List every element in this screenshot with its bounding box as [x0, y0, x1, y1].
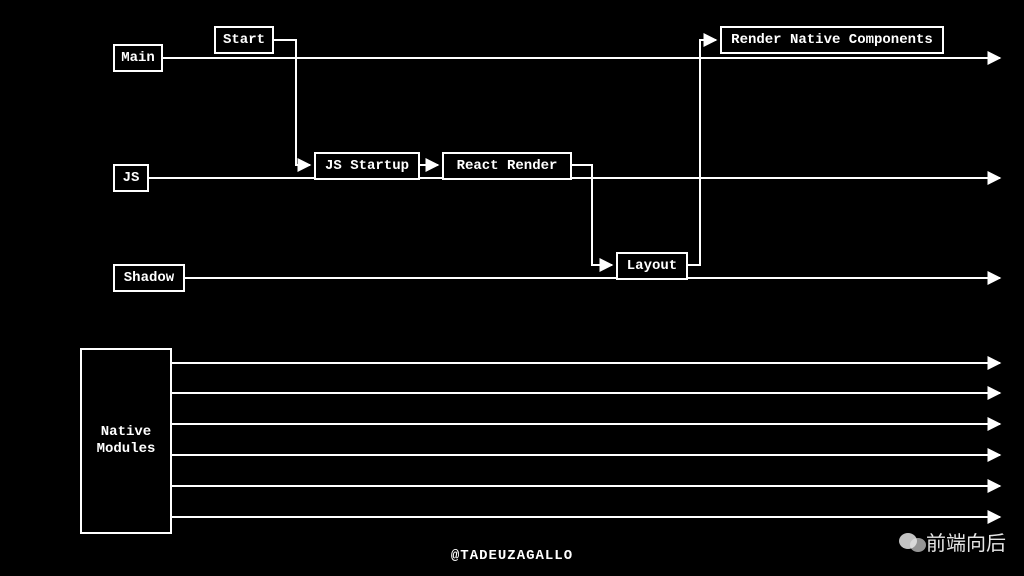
watermark-text: 前端向后	[926, 527, 1006, 556]
text: Render Native Components	[731, 32, 933, 49]
step-render-native-components: Render Native Components	[720, 26, 944, 54]
step-start: Start	[214, 26, 274, 54]
thread-label-native-modules: Native Modules	[80, 348, 172, 534]
thread-label-shadow: Shadow	[113, 264, 185, 292]
wechat-icon	[898, 531, 920, 553]
text: Layout	[627, 258, 677, 275]
step-react-render: React Render	[442, 152, 572, 180]
text: JS Startup	[325, 158, 409, 175]
text: Native Modules	[97, 424, 156, 458]
thread-label-main: Main	[113, 44, 163, 72]
text: React Render	[457, 158, 558, 175]
step-layout: Layout	[616, 252, 688, 280]
text: Main	[121, 50, 155, 67]
text: JS	[123, 170, 140, 187]
text: Shadow	[124, 270, 174, 287]
text: Start	[223, 32, 265, 49]
credit: @TADEUZAGALLO	[0, 548, 1024, 564]
thread-label-js: JS	[113, 164, 149, 192]
watermark: 前端向后	[898, 527, 1006, 556]
step-js-startup: JS Startup	[314, 152, 420, 180]
